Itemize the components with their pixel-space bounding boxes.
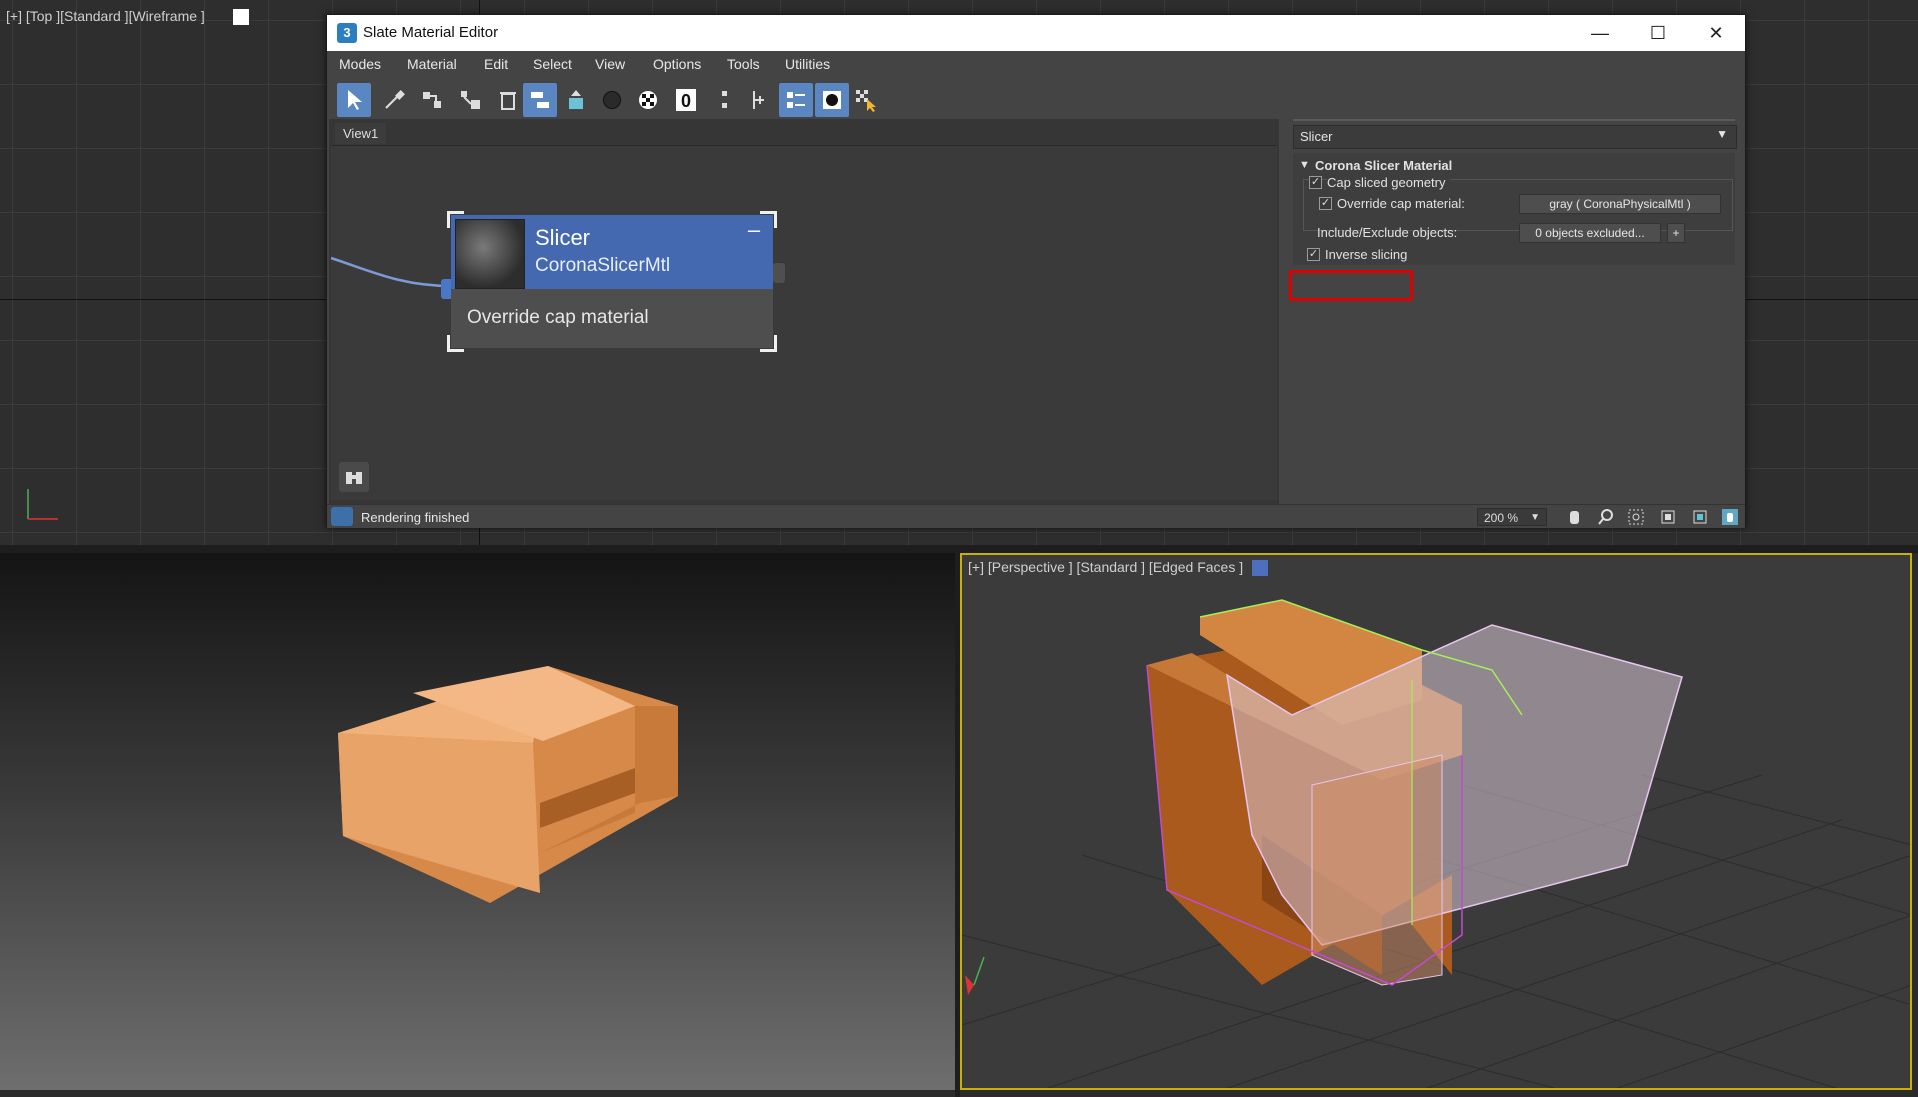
panel-splitter[interactable]	[1293, 119, 1735, 121]
delete-icon[interactable]	[491, 83, 525, 117]
cap-sliced-geometry-checkbox[interactable]: ✓	[1309, 176, 1322, 189]
axis-gizmo-icon	[27, 489, 58, 520]
include-exclude-add-button[interactable]: +	[1667, 223, 1685, 243]
parameter-editor-icon[interactable]	[779, 83, 813, 117]
show-background-icon[interactable]	[595, 83, 629, 117]
hide-unused-icon[interactable]	[707, 83, 741, 117]
zoom-value: 200 %	[1484, 511, 1519, 525]
layout-nodes-icon[interactable]	[523, 83, 557, 117]
zoom-dropdown[interactable]: 200 % ▼	[1477, 508, 1547, 526]
title-bar[interactable]: 3 Slate Material Editor — ☐ ✕	[327, 15, 1745, 51]
menu-tools[interactable]: Tools	[727, 56, 760, 72]
preview-window-icon[interactable]	[815, 83, 849, 117]
node-graph-canvas[interactable]: Slicer CoronaSlicerMtl – Override cap ma…	[331, 145, 1277, 500]
inverse-slicing-highlight	[1289, 270, 1413, 301]
inverse-slicing-checkbox[interactable]: ✓	[1307, 248, 1320, 261]
parameter-editor-panel: Slicer ▼ ▼ Corona Slicer Material ✓ Cap …	[1289, 119, 1741, 504]
render-status-icon	[331, 507, 353, 526]
select-by-material-icon[interactable]	[849, 83, 883, 117]
perspective-grid	[962, 599, 1910, 1088]
maximize-button[interactable]: ☐	[1629, 15, 1687, 51]
viewport-divider-horizontal	[0, 545, 1918, 553]
top-viewport-label[interactable]: [+] [Top ][Standard ][Wireframe ]	[6, 8, 205, 24]
tree-layout-icon[interactable]	[741, 83, 775, 117]
pan-hand-icon[interactable]	[1563, 507, 1585, 527]
menu-view[interactable]: View	[595, 56, 625, 72]
assign-material-icon[interactable]	[453, 83, 487, 117]
override-cap-material-button[interactable]: gray ( CoronaPhysicalMtl )	[1519, 194, 1721, 214]
node-header[interactable]: Slicer CoronaSlicerMtl –	[451, 215, 773, 289]
menu-edit[interactable]: Edit	[484, 56, 508, 72]
perspective-viewport-label[interactable]: [+] [Perspective ] [Standard ] [Edged Fa…	[968, 559, 1243, 575]
selection-corner	[760, 335, 777, 352]
move-children-icon[interactable]	[559, 83, 593, 117]
dropdown-arrow-icon[interactable]: ▼	[1716, 127, 1728, 141]
menu-material[interactable]: Material	[407, 56, 457, 72]
rendered-object	[338, 666, 678, 903]
status-text: Rendering finished	[361, 510, 470, 525]
material-id-icon[interactable]: 0	[669, 83, 703, 117]
eyedropper-icon[interactable]	[377, 83, 411, 117]
override-cap-label: Override cap material:	[1337, 196, 1465, 211]
select-tool-icon[interactable]	[337, 83, 371, 117]
material-thumbnail	[455, 219, 525, 289]
pan-to-selected-icon[interactable]	[1719, 507, 1741, 527]
toolbar: 0	[327, 77, 1745, 119]
app-icon: 3	[337, 23, 357, 43]
zoom-extents-icon[interactable]	[1657, 507, 1679, 527]
output-socket[interactable]	[773, 263, 785, 283]
put-material-icon[interactable]	[415, 83, 449, 117]
close-button[interactable]: ✕	[1687, 15, 1745, 51]
node-name: Slicer	[535, 225, 591, 250]
corona-slicer-rollout: ▼ Corona Slicer Material ✓ Cap sliced ge…	[1293, 153, 1735, 265]
node-view-area: View1 Slicer CoronaSlicerMtl – Override …	[329, 119, 1279, 504]
menu-utilities[interactable]: Utilities	[785, 56, 830, 72]
perspective-viewport[interactable]: [+] [Perspective ] [Standard ] [Edged Fa…	[960, 553, 1912, 1090]
selection-corner	[447, 211, 464, 228]
slate-material-editor-window: 3 Slate Material Editor — ☐ ✕ Modes Mate…	[326, 14, 1746, 528]
zoom-dropdown-arrow-icon[interactable]: ▼	[1530, 509, 1540, 527]
window-title: Slate Material Editor	[363, 24, 499, 41]
material-name-value: Slicer	[1300, 129, 1333, 144]
zoom-extents-selected-icon[interactable]	[1689, 507, 1711, 527]
svg-text:0: 0	[681, 91, 691, 111]
node-type: CoronaSlicerMtl	[535, 255, 671, 276]
status-bar: Rendering finished 200 % ▼	[327, 504, 1745, 528]
minimize-button[interactable]: —	[1571, 15, 1629, 51]
inverse-slicing-label: Inverse slicing	[1325, 247, 1408, 262]
menu-options[interactable]: Options	[653, 56, 701, 72]
node-slot-row[interactable]: Override cap material	[451, 289, 773, 348]
checker-background-icon[interactable]	[631, 83, 665, 117]
menu-bar: Modes Material Edit Select View Options …	[327, 51, 1745, 77]
include-exclude-label: Include/Exclude objects:	[1317, 225, 1458, 240]
zoom-magnifier-icon[interactable]	[1595, 507, 1617, 527]
node-slot-label: Override cap material	[467, 307, 649, 328]
override-cap-checkbox[interactable]: ✓	[1319, 197, 1332, 210]
cap-sliced-geometry-label: Cap sliced geometry	[1327, 175, 1450, 190]
tab-view1[interactable]: View1	[335, 123, 387, 144]
selection-corner	[447, 335, 464, 352]
material-name-field[interactable]: Slicer ▼	[1293, 125, 1737, 149]
menu-modes[interactable]: Modes	[339, 56, 381, 72]
viewport-color-swatch	[233, 9, 249, 25]
render-viewport[interactable]	[0, 553, 955, 1090]
menu-select[interactable]: Select	[533, 56, 572, 72]
rollout-collapse-icon[interactable]: ▼	[1299, 159, 1310, 171]
include-exclude-button[interactable]: 0 objects excluded...	[1519, 223, 1661, 243]
navigator-icon[interactable]	[339, 462, 369, 492]
viewport-color-swatch	[1252, 560, 1268, 576]
selection-corner	[760, 211, 777, 228]
zoom-region-icon[interactable]	[1625, 507, 1647, 527]
slicer-material-node[interactable]: Slicer CoronaSlicerMtl – Override cap ma…	[447, 211, 785, 352]
rollout-title[interactable]: Corona Slicer Material	[1315, 158, 1452, 173]
node-wire	[331, 256, 452, 288]
